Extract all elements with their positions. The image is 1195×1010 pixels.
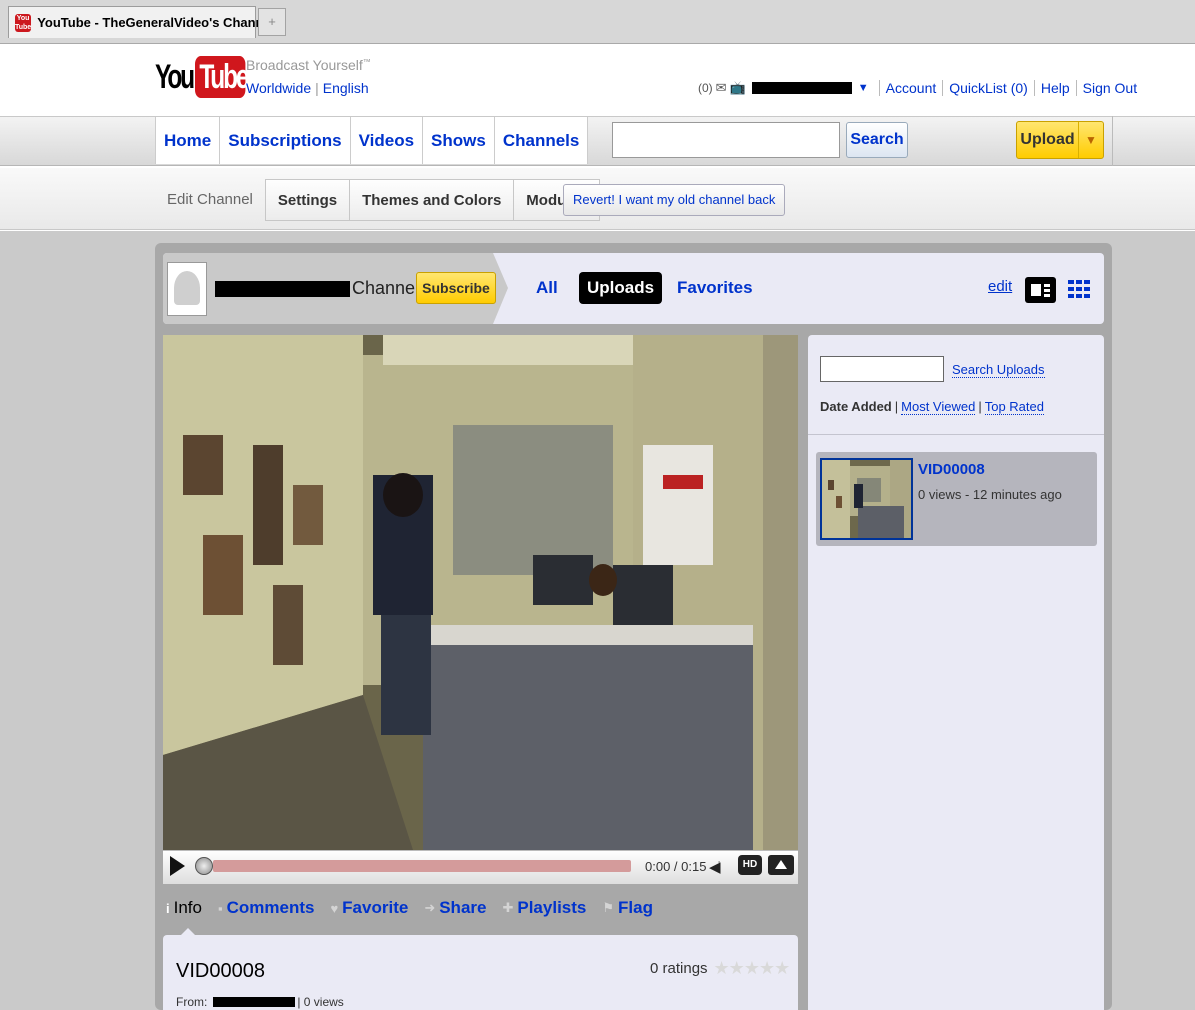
mail-icon[interactable]: ✉ <box>716 80 727 96</box>
avatar[interactable] <box>167 262 207 316</box>
info-tabs: i Info ▪ Comments ♥ Favorite ➜ Share ✚ Playli… <box>166 898 669 918</box>
language-link[interactable]: English <box>323 80 369 96</box>
upload-label[interactable]: Upload <box>1017 122 1079 158</box>
grid-view-icon[interactable] <box>1068 280 1090 298</box>
tab-playlists[interactable]: ✚ Playlists <box>502 898 586 918</box>
comment-icon: ▪ <box>217 900 223 916</box>
video-title: VID00008 <box>176 960 265 982</box>
tab-themes-and-colors[interactable]: Themes and Colors <box>350 179 515 221</box>
edit-channel-label: Edit Channel <box>167 191 253 208</box>
revert-channel-button[interactable]: Revert! I want my old channel back <box>563 184 786 216</box>
uploader-redacted[interactable] <box>213 997 296 1007</box>
nav-videos[interactable]: Videos <box>351 117 424 164</box>
user-nav: (0) ✉ 📺 ▼ Account QuickList (0) Help Sig… <box>698 80 1143 96</box>
divider <box>808 434 1104 435</box>
player-view-icon[interactable] <box>1025 277 1056 303</box>
thumbnail-image <box>822 460 911 538</box>
ratings-count: 0 ratings <box>650 960 708 977</box>
nav-channels[interactable]: Channels <box>495 117 589 164</box>
channel-name-suffix: Channel <box>352 278 420 298</box>
sort-options: Date Added | Most Viewed | Top Rated <box>820 399 1044 415</box>
new-tab-button[interactable]: + <box>258 8 286 36</box>
sign-out-link[interactable]: Sign Out <box>1075 80 1143 96</box>
channel-name-redacted <box>215 280 350 297</box>
search-uploads-link[interactable]: Search Uploads <box>952 362 1045 378</box>
video-thumbnail[interactable] <box>820 458 913 540</box>
nav-divider <box>1112 116 1113 166</box>
chevron-down-icon[interactable]: ▼ <box>858 82 869 94</box>
search-button[interactable]: Search <box>846 122 908 158</box>
sort-top-rated[interactable]: Top Rated <box>984 399 1044 415</box>
tab-favorite[interactable]: ♥ Favorite <box>330 898 408 918</box>
edit-link[interactable]: edit <box>988 278 1012 295</box>
nav-home[interactable]: Home <box>156 117 221 164</box>
browser-tab-title: YouTube - TheGeneralVideo's Channel <box>37 15 275 30</box>
flag-icon: ⚑ <box>602 900 615 915</box>
star-rating-icon[interactable]: ★★★★★ <box>714 958 791 979</box>
sort-most-viewed[interactable]: Most Viewed <box>901 399 976 415</box>
upload-button[interactable]: Upload ▼ <box>1016 121 1104 159</box>
heart-icon: ♥ <box>330 900 339 916</box>
edit-channel-tabs: Edit Channel Settings Themes and Colors … <box>155 179 601 221</box>
subscribe-button[interactable]: Subscribe <box>416 272 496 304</box>
worldwide-link[interactable]: Worldwide <box>246 80 311 96</box>
play-icon[interactable] <box>170 856 185 876</box>
browser-tab[interactable]: You Tube YouTube - TheGeneralVideo's Cha… <box>8 6 274 38</box>
from-label: From: <box>176 995 208 1009</box>
default-avatar-icon <box>174 271 200 305</box>
share-icon: ➜ <box>424 900 436 915</box>
expand-icon[interactable] <box>768 855 794 875</box>
youtube-favicon-icon: You Tube <box>15 13 32 32</box>
time-display: 0:00 / 0:15 <box>645 859 707 874</box>
logo-you: You <box>155 57 195 96</box>
logo-tube: Tube <box>195 56 250 98</box>
filter-uploads[interactable]: Uploads <box>579 272 663 304</box>
tab-flag[interactable]: ⚑ Flag <box>602 898 653 918</box>
filter-favorites[interactable]: Favorites <box>669 272 761 304</box>
tab-comments[interactable]: ▪ Comments <box>218 898 314 918</box>
search-input[interactable] <box>612 122 840 158</box>
help-link[interactable]: Help <box>1033 80 1076 96</box>
upload-dropdown-icon[interactable]: ▼ <box>1079 122 1103 158</box>
plus-icon: ✚ <box>502 900 514 915</box>
video-frame[interactable] <box>163 335 798 850</box>
info-icon: i <box>166 900 170 916</box>
hd-icon[interactable]: HD <box>738 855 762 875</box>
volume-icon[interactable]: ◀ׁ <box>709 858 721 876</box>
tab-settings[interactable]: Settings <box>264 179 351 221</box>
tagline-text: Broadcast Yourself <box>246 57 363 73</box>
quicklist-link[interactable]: QuickList (0) <box>942 80 1034 96</box>
tab-info[interactable]: i Info <box>166 898 202 918</box>
region-language: Worldwide | English <box>246 80 369 96</box>
main-nav-tabs: Home Subscriptions Videos Shows Channels <box>155 117 589 164</box>
tagline: Broadcast Yourself™ <box>246 57 371 73</box>
upload-item-meta: 0 views - 12 minutes ago <box>918 487 1062 502</box>
from-line: From: | 0 views <box>176 995 344 1009</box>
view-count: | 0 views <box>297 995 344 1009</box>
tv-icon[interactable]: 📺 <box>730 80 746 96</box>
ratings: 0 ratings ★★★★★ <box>650 958 791 979</box>
tab-share[interactable]: ➜ Share <box>424 898 486 918</box>
account-link[interactable]: Account <box>878 80 943 96</box>
search-uploads-input[interactable] <box>820 356 944 382</box>
video-frame-image <box>163 335 798 850</box>
upload-item-title[interactable]: VID00008 <box>918 461 985 478</box>
trademark: ™ <box>362 57 371 67</box>
channel-name: Channel <box>215 278 419 299</box>
username-redacted[interactable] <box>751 82 852 94</box>
progress-bar[interactable] <box>213 860 631 872</box>
nav-subscriptions[interactable]: Subscriptions <box>220 117 351 164</box>
seek-handle[interactable] <box>195 857 213 875</box>
uploads-panel <box>808 335 1104 1010</box>
sort-date-added[interactable]: Date Added <box>820 399 892 415</box>
nav-shows[interactable]: Shows <box>423 117 495 164</box>
filter-all[interactable]: All <box>528 272 566 304</box>
inbox-count: (0) <box>698 81 713 95</box>
